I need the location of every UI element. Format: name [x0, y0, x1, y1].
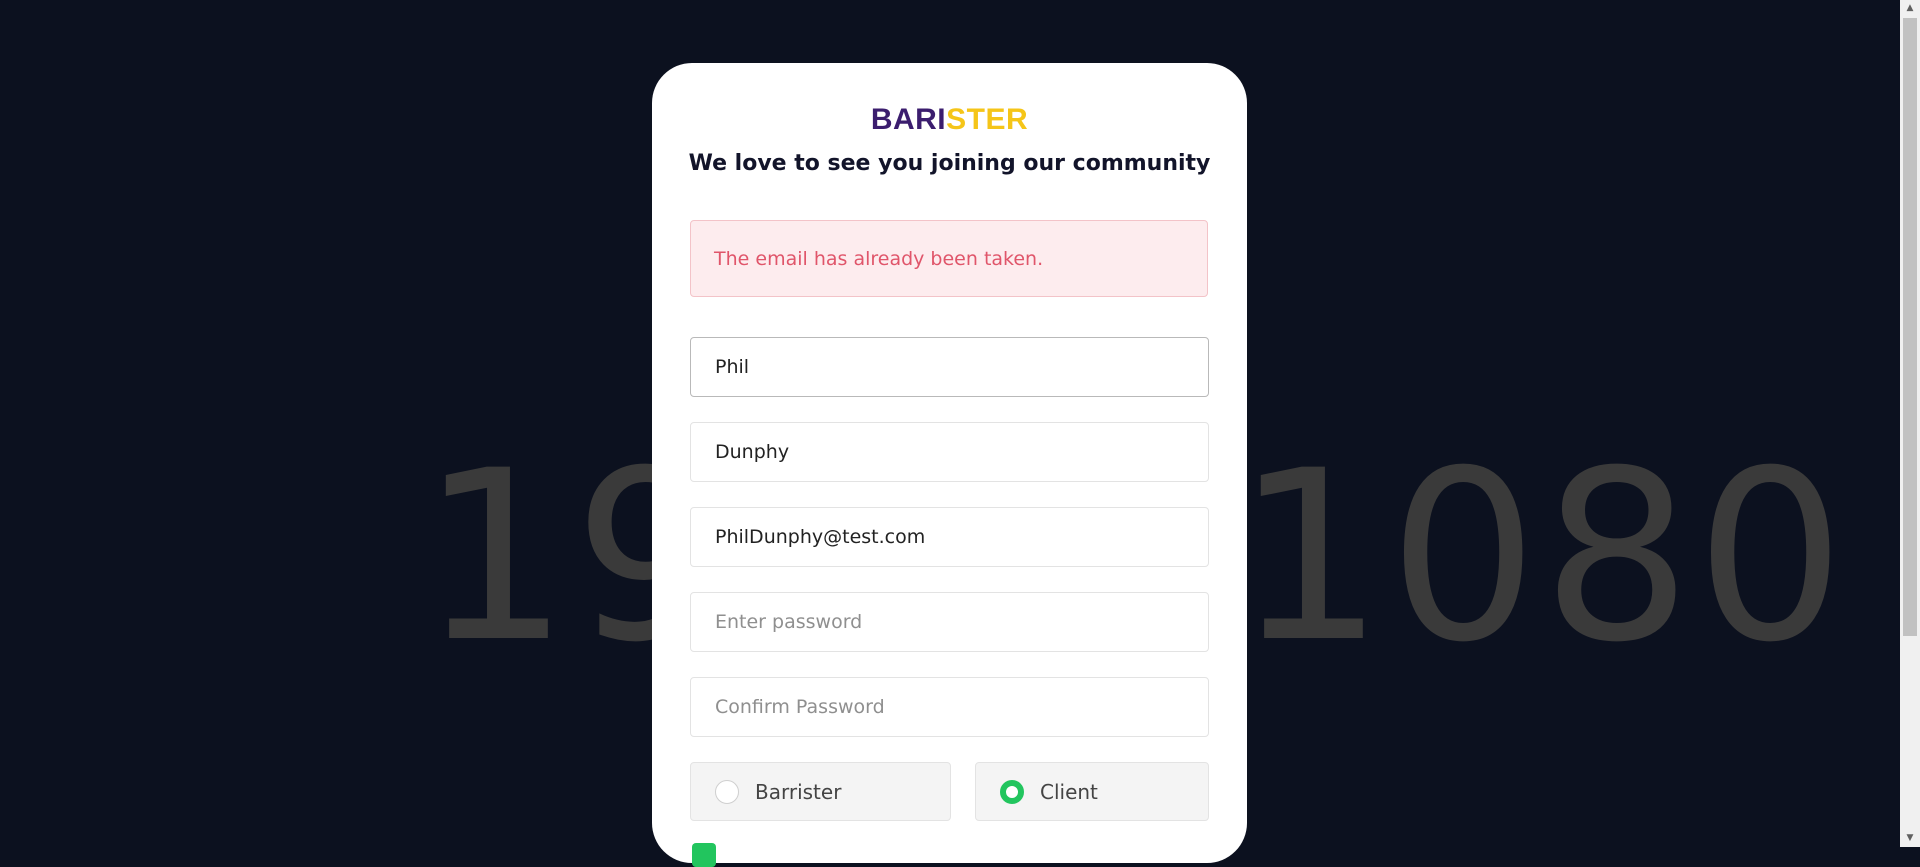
page-subtitle: We love to see you joining our community [688, 151, 1211, 176]
confirm-password-input[interactable] [690, 677, 1209, 737]
logo-part-accent: STER [946, 103, 1029, 136]
logo-part-primary: BARI [870, 103, 947, 136]
password-input[interactable] [690, 592, 1209, 652]
vertical-scrollbar[interactable]: ▲ ▼ [1900, 0, 1920, 847]
signup-card: BARISTER We love to see you joining our … [652, 63, 1247, 867]
radio-unchecked-icon[interactable] [715, 779, 739, 804]
radio-option-client[interactable]: Client [975, 762, 1209, 821]
radio-option-barrister[interactable]: Barrister [690, 762, 951, 821]
radio-label-barrister: Barrister [755, 779, 842, 804]
scrollbar-thumb[interactable] [1903, 18, 1917, 636]
scroll-up-icon[interactable]: ▲ [1900, 0, 1920, 17]
radio-checked-icon[interactable] [1000, 779, 1024, 804]
first-name-input[interactable] [690, 337, 1209, 397]
scroll-down-icon[interactable]: ▼ [1900, 830, 1920, 847]
radio-label-client: Client [1040, 779, 1098, 804]
last-name-input[interactable] [690, 422, 1209, 482]
email-input[interactable] [690, 507, 1209, 567]
brand-logo: BARISTER [652, 103, 1247, 137]
error-alert: The email has already been taken. [690, 220, 1208, 297]
